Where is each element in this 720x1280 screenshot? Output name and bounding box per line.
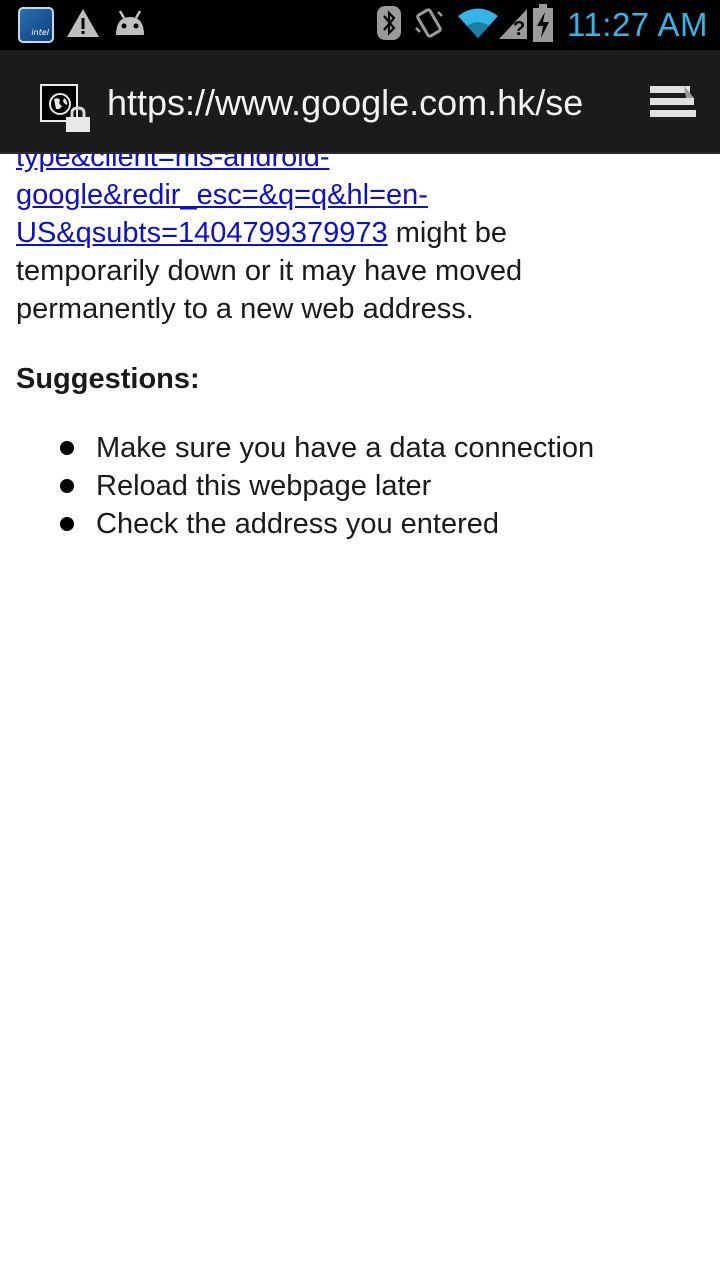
url-field[interactable]: https://www.google.com.hk/se [107, 80, 617, 126]
suggestion-text: Reload this webpage later [96, 470, 432, 502]
menu-icon[interactable] [648, 84, 696, 124]
suggestion-item: Reload this webpage later [16, 467, 706, 505]
failed-url-link-part[interactable]: type&client=ms-android- [16, 154, 330, 173]
lock-icon [64, 106, 92, 136]
suggestion-item: Make sure you have a data connection [16, 429, 706, 467]
error-text: might be [387, 217, 507, 249]
status-bar: intel ? 11:27 AM [0, 0, 720, 50]
suggestion-text: Check the address you entered [96, 508, 500, 540]
error-text-line: permanently to a new web address. [16, 293, 474, 325]
vibrate-icon [413, 6, 445, 44]
error-page-content: type&client=ms-android- google&redir_esc… [16, 154, 706, 543]
bullet-icon [60, 441, 74, 455]
browser-url-bar: https://www.google.com.hk/se [0, 50, 720, 154]
intel-app-icon: intel [18, 7, 54, 43]
suggestions-heading: Suggestions: [16, 363, 200, 395]
failed-url-link-part[interactable]: google&redir_esc=&q=q&hl=en- [16, 179, 428, 211]
svg-text:?: ? [513, 18, 525, 39]
clipped-url-line: type&client=ms-android- [16, 154, 706, 176]
bullet-icon [60, 479, 74, 493]
suggestions-list: Make sure you have a data connection Rel… [16, 429, 706, 543]
wifi-icon [457, 7, 499, 43]
suggestion-item: Check the address you entered [16, 505, 706, 543]
url-line-3: US&qsubts=1404799379973 might be [16, 214, 706, 252]
warning-icon [66, 7, 100, 43]
bluetooth-icon [377, 6, 402, 44]
failed-url-link-part[interactable]: US&qsubts=1404799379973 [16, 217, 388, 249]
url-line-2: google&redir_esc=&q=q&hl=en- [16, 176, 706, 214]
signal-no-sim-icon: ? [499, 7, 528, 43]
error-text-line: temporarily down or it may have moved [16, 255, 523, 287]
bullet-icon [60, 517, 74, 531]
status-clock: 11:27 AM [567, 6, 708, 43]
suggestion-text: Make sure you have a data connection [96, 432, 595, 464]
android-debug-icon [112, 9, 148, 41]
battery-charging-icon [533, 4, 554, 46]
